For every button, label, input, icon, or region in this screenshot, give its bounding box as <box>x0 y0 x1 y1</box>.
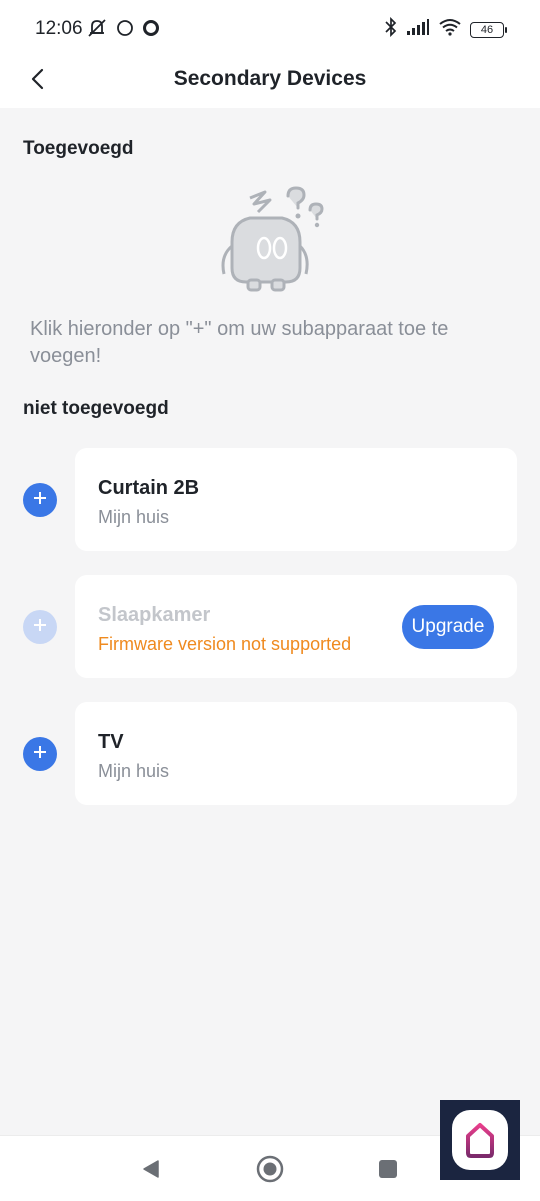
signal-icon <box>406 18 430 41</box>
plus-icon <box>33 491 47 510</box>
app-header: Secondary Devices <box>0 58 540 108</box>
battery-icon: 46 <box>470 21 507 38</box>
ring-icon <box>142 19 160 42</box>
plus-icon <box>33 618 47 637</box>
wifi-icon <box>438 18 462 41</box>
empty-message: Klik hieronder op "+" om uw subapparaat … <box>30 318 449 367</box>
circle-icon <box>116 19 134 42</box>
recents-square-icon <box>377 1158 399 1185</box>
home-logo-icon <box>452 1110 508 1170</box>
status-time: 12:06 <box>35 18 83 39</box>
plus-icon <box>33 745 47 764</box>
home-circle-icon <box>256 1155 284 1188</box>
status-bar: 12:06 46 <box>0 0 540 58</box>
back-triangle-icon <box>140 1158 162 1185</box>
nav-home-button[interactable] <box>255 1155 285 1188</box>
device-name: Curtain 2B <box>98 477 200 499</box>
device-card: Slaapkamer Firmware version not supporte… <box>75 575 517 678</box>
add-device-button-tv[interactable] <box>23 737 57 771</box>
section-title-added: Toegevoegd <box>23 138 134 159</box>
device-card[interactable]: TV Mijn huis <box>75 702 517 805</box>
page-title: Secondary Devices <box>173 67 367 90</box>
section-title-not-added: niet toegevoegd <box>23 398 169 419</box>
confused-robot-illustration <box>210 182 335 297</box>
device-name: Slaapkamer <box>98 604 211 626</box>
nav-recents-button[interactable] <box>373 1156 403 1186</box>
add-device-button-slaapkamer <box>23 610 57 644</box>
mute-icon <box>86 17 108 44</box>
add-device-button-curtain[interactable] <box>23 483 57 517</box>
app-logo-badge <box>440 1100 520 1180</box>
nav-back-button[interactable] <box>136 1156 166 1186</box>
upgrade-button[interactable]: Upgrade <box>402 605 494 649</box>
device-name: TV <box>98 731 124 753</box>
status-right-icons: 46 <box>384 16 507 42</box>
bluetooth-icon <box>384 16 398 42</box>
status-left-icons <box>86 17 160 44</box>
device-card[interactable]: Curtain 2B Mijn huis <box>75 448 517 551</box>
firmware-warning: Firmware version not supported <box>98 634 352 654</box>
device-location: Mijn huis <box>98 761 170 781</box>
device-location: Mijn huis <box>98 507 170 527</box>
